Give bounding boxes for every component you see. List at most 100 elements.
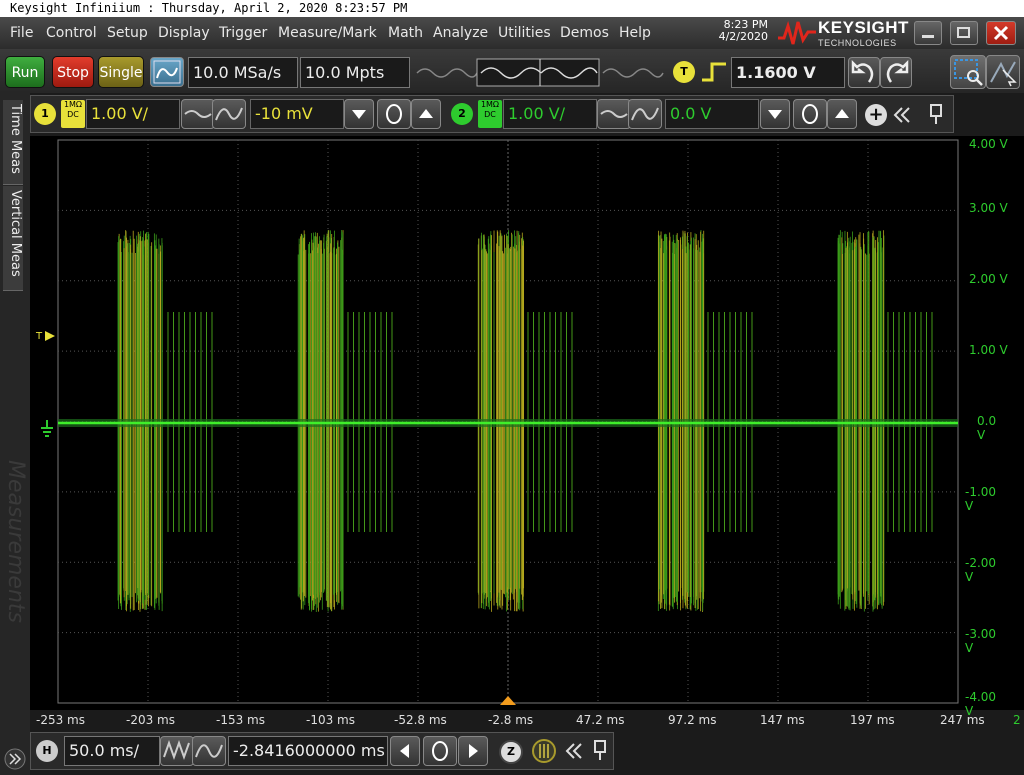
wave-compress-icon [163, 740, 190, 760]
menu-file[interactable]: File [10, 25, 33, 41]
y-tick-label: 2.00 V [969, 272, 1008, 286]
menu-setup[interactable]: Setup [107, 25, 148, 41]
restore-button[interactable] [950, 21, 978, 45]
pin-icon[interactable] [926, 102, 946, 126]
timebase-scale-field[interactable]: 50.0 ms/ [64, 736, 160, 766]
menu-trigger[interactable]: Trigger [219, 25, 267, 41]
pointer-mode-button[interactable] [986, 55, 1020, 89]
x-tick-label: 147 ms [760, 713, 805, 727]
menu-utilities[interactable]: Utilities [498, 25, 551, 41]
menu-help[interactable]: Help [619, 25, 651, 41]
channel-1-scale-up[interactable] [212, 99, 246, 129]
trigger-badge[interactable]: T [673, 61, 695, 83]
channel-1-badge[interactable]: 1 [34, 103, 56, 125]
menu-measure-mark[interactable]: Measure/Mark [278, 25, 377, 41]
trigger-marker-label: T [36, 331, 43, 342]
brand-sub: TECHNOLOGIES [818, 38, 897, 48]
acquisition-overview-icon[interactable] [415, 57, 665, 88]
x-tick-label: 197 ms [850, 713, 895, 727]
channel-2-offset-zero[interactable] [793, 99, 827, 129]
chevron-left-icon [400, 744, 409, 758]
waveform-display[interactable] [30, 136, 1024, 710]
undo-icon [851, 59, 874, 83]
brand-name: KEYSIGHT [818, 18, 909, 37]
menu-display[interactable]: Display [158, 25, 210, 41]
collapse-left-icon[interactable] [891, 104, 913, 126]
channel-2-scale-up[interactable] [628, 99, 662, 129]
stop-button[interactable]: Stop [52, 56, 94, 88]
pin-icon[interactable] [590, 738, 610, 762]
trigger-level-marker[interactable]: T [36, 331, 56, 342]
add-channel-icon[interactable]: + [865, 104, 887, 126]
menu-control[interactable]: Control [46, 25, 97, 41]
collapse-left-icon[interactable] [563, 740, 585, 762]
chevron-up-icon [835, 109, 849, 118]
wave-up-icon [215, 107, 243, 121]
undo-button[interactable] [848, 57, 880, 88]
expand-panel-icon[interactable] [3, 748, 27, 770]
channel-1-offset-up[interactable] [411, 99, 441, 129]
channel-2-offset-field[interactable]: 0.0 V [665, 99, 759, 129]
channel-2-offset-down[interactable] [760, 99, 790, 129]
wave-down-icon [600, 110, 628, 118]
menu-demos[interactable]: Demos [560, 25, 609, 41]
menu-math[interactable]: Math [388, 25, 423, 41]
channel-2-scale-field[interactable]: 1.00 V/ [503, 99, 597, 129]
channel-2-coupling[interactable]: 1MΩ DC [478, 100, 502, 128]
clock: 8:23 PM 4/2/2020 [706, 19, 768, 43]
channel-1-scale-field[interactable]: 1.00 V/ [86, 99, 180, 129]
measurements-label[interactable]: Measurements [3, 460, 28, 623]
minimize-button[interactable] [914, 21, 942, 45]
redo-button[interactable] [880, 57, 912, 88]
channel-indicator: 2 [1013, 713, 1021, 727]
keysight-wave-icon [778, 20, 816, 45]
waveform-canvas[interactable] [30, 136, 1024, 710]
timebase-position-field[interactable]: -2.8416000000 ms [228, 736, 388, 766]
wave-down-icon [184, 110, 212, 118]
autoscale-button[interactable] [150, 57, 184, 87]
x-tick-label: 247 ms [940, 713, 985, 727]
channel-1-offset-field[interactable]: -10 mV [250, 99, 344, 129]
channel-1-coupling-mode: DC [67, 110, 79, 119]
autoscale-icon [153, 60, 181, 84]
rising-edge-icon[interactable] [700, 60, 728, 84]
timebase-zoom-in[interactable] [192, 736, 226, 766]
minimize-icon [922, 35, 934, 38]
single-button[interactable]: Single [98, 56, 144, 88]
position-zero-button[interactable] [423, 736, 457, 766]
wave-expand-icon [195, 744, 223, 758]
channel-1-scale-down[interactable] [181, 99, 215, 129]
trigger-level-field[interactable]: 1.1600 V [731, 57, 845, 88]
channel-1-offset-zero[interactable] [377, 99, 411, 129]
memory-depth-field[interactable]: 10.0 Mpts [300, 57, 410, 88]
close-icon [993, 25, 1009, 41]
y-tick-label: 4.00 V [969, 137, 1008, 151]
channel-2-scale-down[interactable] [597, 99, 631, 129]
zoom-box-button[interactable] [950, 55, 986, 89]
channel-1-coupling[interactable]: 1MΩ DC [61, 100, 85, 128]
tab-vertical-meas[interactable]: Vertical Meas [3, 186, 23, 291]
position-right-button[interactable] [458, 736, 488, 766]
tab-time-meas[interactable]: Time Meas [3, 100, 23, 185]
close-button[interactable] [986, 21, 1016, 45]
chevron-down-icon [768, 110, 782, 119]
x-tick-label: -52.8 ms [394, 713, 447, 727]
channel-2-offset-up[interactable] [827, 99, 857, 129]
run-button[interactable]: Run [5, 56, 45, 88]
horizontal-badge[interactable]: H [36, 740, 58, 762]
timebase-zoom-out[interactable] [160, 736, 194, 766]
sample-rate-field[interactable]: 10.0 MSa/s [188, 57, 298, 88]
ground-marker-icon[interactable] [38, 418, 56, 440]
x-tick-label: -153 ms [216, 713, 265, 727]
window-title: Keysight Infiniium : Thursday, April 2, … [0, 0, 1024, 17]
channel-2-badge[interactable]: 2 [451, 103, 473, 125]
y-tick-label: -2.00 V [965, 556, 997, 584]
channel-1-offset-down[interactable] [344, 99, 374, 129]
menu-analyze[interactable]: Analyze [433, 25, 488, 41]
cursor-icon[interactable] [531, 738, 557, 764]
zero-icon [802, 104, 818, 124]
zoom-badge[interactable]: Z [499, 740, 523, 764]
trigger-arrow-icon [45, 331, 56, 341]
wave-up-icon [631, 107, 659, 121]
position-left-button[interactable] [390, 736, 420, 766]
